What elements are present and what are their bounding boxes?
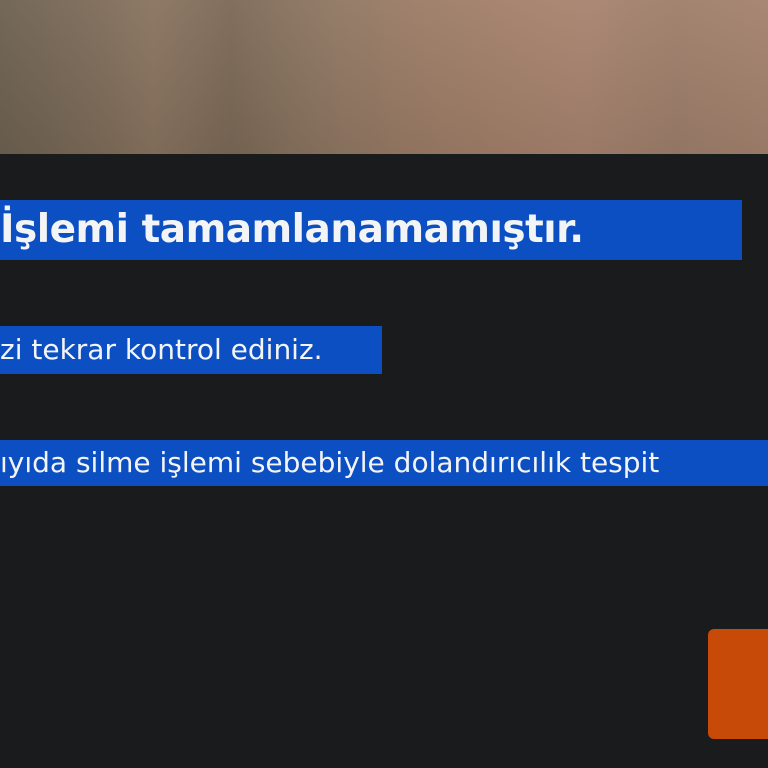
error-message-line-1: zi tekrar kontrol ediniz. xyxy=(0,326,382,374)
action-button[interactable] xyxy=(708,629,768,739)
page: İşlemi tamamlanamamıştır. zi tekrar kont… xyxy=(0,0,768,768)
error-title: İşlemi tamamlanamamıştır. xyxy=(0,200,742,260)
error-message-line-2: ıyıda silme işlemi sebebiyle dolandırıcı… xyxy=(0,440,768,486)
hero-image xyxy=(0,0,768,154)
